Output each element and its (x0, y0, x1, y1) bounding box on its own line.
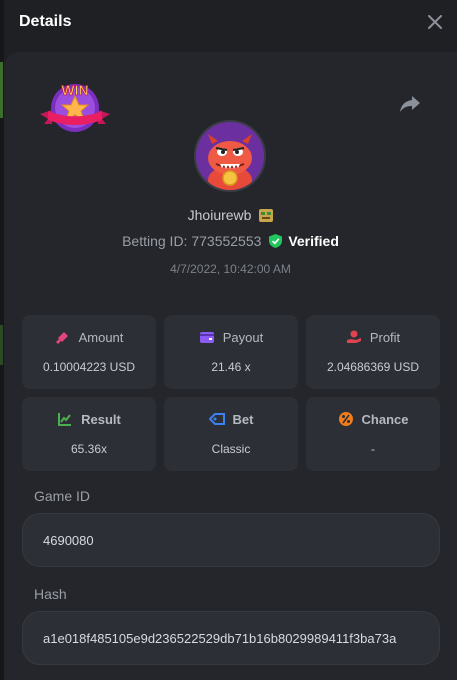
game-id-value: 4690080 (43, 532, 94, 548)
win-badge-icon: WIN (40, 82, 110, 132)
coins-icon (55, 332, 68, 344)
chart-icon (58, 413, 72, 426)
close-button[interactable] (425, 12, 445, 32)
share-icon (400, 96, 420, 112)
stat-label: Payout (222, 329, 264, 345)
percent-icon (338, 412, 353, 426)
modal-header: Details (4, 0, 457, 52)
verified-label: Verified (288, 233, 339, 249)
stat-card-amount: Amount 0.10004223 USD (22, 315, 156, 389)
wallet-icon (199, 332, 214, 343)
betting-id-row: Betting ID: 773552553 Verified (4, 233, 457, 249)
stat-label: Result (81, 411, 121, 427)
money-face-icon (259, 209, 274, 222)
stat-card-profit: Profit 2.04686369 USD (306, 315, 440, 389)
hash-value: a1e018f485105e9d236522529db71b16b8029989… (43, 630, 397, 646)
stat-value: 65.36x (70, 442, 108, 456)
stat-card-chance: Chance - (306, 397, 440, 471)
stat-value: 21.46 x (211, 360, 251, 374)
stat-value: 0.10004223 USD (42, 360, 136, 374)
bet-datetime: 4/7/2022, 10:42:00 AM (170, 262, 291, 276)
stat-card-bet: Bet Classic (164, 397, 298, 471)
tag-icon (208, 413, 225, 425)
stat-label: Amount (78, 329, 124, 345)
hash-field[interactable]: a1e018f485105e9d236522529db71b16b8029989… (22, 611, 440, 665)
stat-value: Classic (211, 442, 251, 456)
modal-title: Details (19, 13, 72, 30)
username: Jhoiurewb (187, 207, 252, 223)
avatar (194, 120, 266, 192)
game-id-label: Game ID (34, 488, 91, 504)
game-id-field[interactable]: 4690080 (22, 513, 440, 567)
win-badge-text: WIN (61, 82, 88, 98)
stat-label: Chance (361, 411, 409, 427)
hash-label: Hash (34, 586, 67, 602)
stat-card-result: Result 65.36x (22, 397, 156, 471)
betting-id-value: 773552553 (191, 233, 262, 249)
share-button[interactable] (399, 94, 421, 114)
details-panel: WIN Jhoiurewb Betting ID: 773552553 Veri… (4, 52, 457, 680)
stats-grid: Amount 0.10004223 USD Payout 21.46 x Pro… (22, 315, 442, 471)
close-icon (428, 15, 442, 29)
stat-card-payout: Payout 21.46 x (164, 315, 298, 389)
username-row: Jhoiurewb (4, 207, 457, 223)
stat-value: - (371, 442, 375, 456)
verified-shield-icon (269, 234, 283, 248)
betting-id-label: Betting ID: (122, 233, 188, 249)
background-accent (0, 325, 3, 365)
background-accent (0, 62, 3, 118)
hand-money-icon (346, 330, 361, 343)
stat-label: Bet (232, 411, 254, 427)
stat-label: Profit (369, 329, 401, 345)
dragon-avatar-icon (196, 122, 264, 190)
stat-value: 2.04686369 USD (326, 360, 420, 374)
